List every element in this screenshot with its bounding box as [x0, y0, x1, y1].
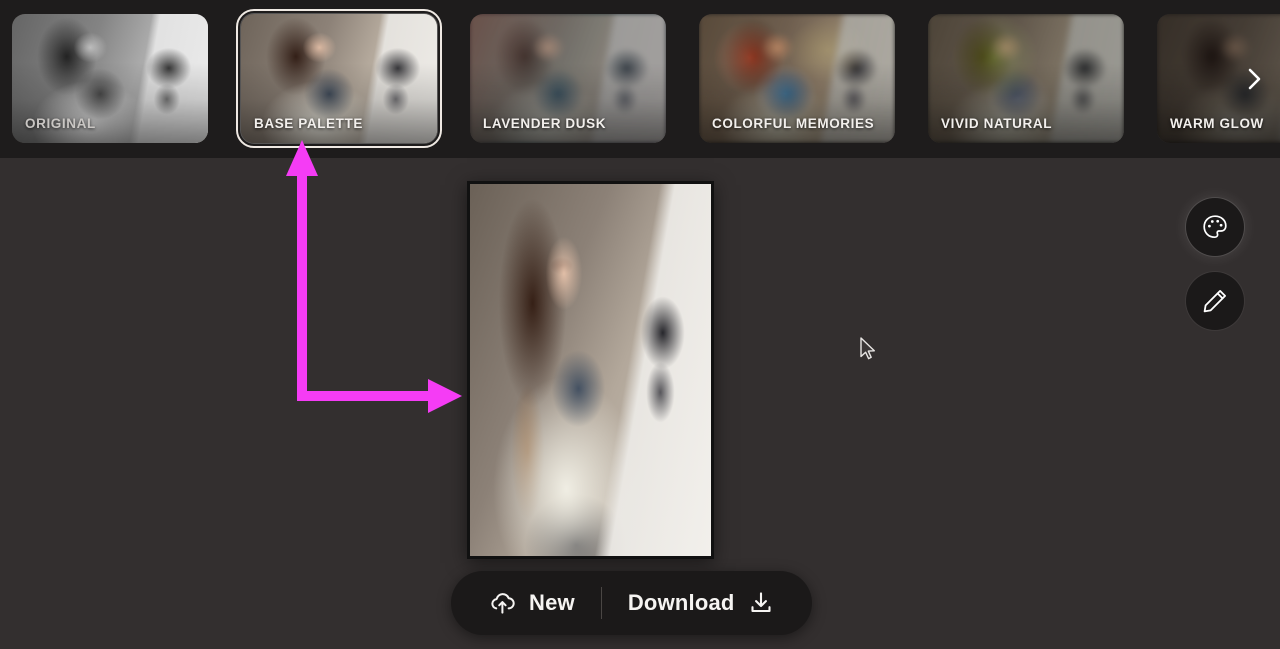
edit-tool-button[interactable]	[1186, 272, 1244, 330]
palette-icon	[1201, 213, 1229, 241]
edited-photo-preview[interactable]	[467, 181, 714, 559]
download-button[interactable]: Download	[620, 571, 782, 635]
action-bar-divider	[600, 587, 602, 619]
download-glyph	[750, 592, 771, 613]
palette-tool-button[interactable]	[1186, 198, 1244, 256]
filter-thumb-label: BASE PALETTE	[254, 116, 363, 131]
new-button[interactable]: New	[481, 571, 583, 635]
pencil-icon	[1201, 287, 1229, 315]
action-bar: New Download	[451, 571, 812, 635]
filter-thumb-label: COLORFUL MEMORIES	[712, 116, 875, 131]
filter-thumb-label: WARM GLOW	[1170, 116, 1264, 131]
filter-thumb-label: ORIGINAL	[25, 116, 96, 131]
filter-thumb-lavender-dusk[interactable]: LAVENDER DUSK	[470, 14, 666, 143]
download-icon	[748, 590, 774, 616]
filter-preset-strip: ORIGINAL BASE PALETTE LAVENDER DUSK COLO…	[0, 0, 1280, 158]
filter-thumb-label: LAVENDER DUSK	[483, 116, 607, 131]
chevron-right-glyph	[1248, 68, 1261, 90]
preview-photo	[470, 184, 711, 556]
cloud-upload-glyph	[491, 592, 515, 614]
mouse-cursor	[860, 337, 875, 360]
chevron-right-icon[interactable]	[1238, 62, 1272, 96]
filter-thumb-original[interactable]: ORIGINAL	[12, 14, 208, 143]
arrow-to-selected-filter	[286, 140, 318, 397]
filter-thumb-label: VIVID NATURAL	[941, 116, 1053, 131]
arrow-to-preview	[297, 379, 462, 413]
filter-strip-track[interactable]: ORIGINAL BASE PALETTE LAVENDER DUSK COLO…	[12, 9, 1280, 148]
filter-thumb-base-palette[interactable]: BASE PALETTE	[236, 9, 442, 148]
filter-thumb-vivid-natural[interactable]: VIVID NATURAL	[928, 14, 1124, 143]
filter-thumb-colorful-memories[interactable]: COLORFUL MEMORIES	[699, 14, 895, 143]
download-button-label: Download	[627, 590, 735, 615]
new-button-label: New	[529, 590, 575, 615]
photo-editor-app: ORIGINAL BASE PALETTE LAVENDER DUSK COLO…	[0, 0, 1280, 649]
pencil-glyph	[1203, 290, 1226, 313]
palette-glyph	[1203, 215, 1227, 239]
cloud-upload-icon	[489, 591, 516, 616]
